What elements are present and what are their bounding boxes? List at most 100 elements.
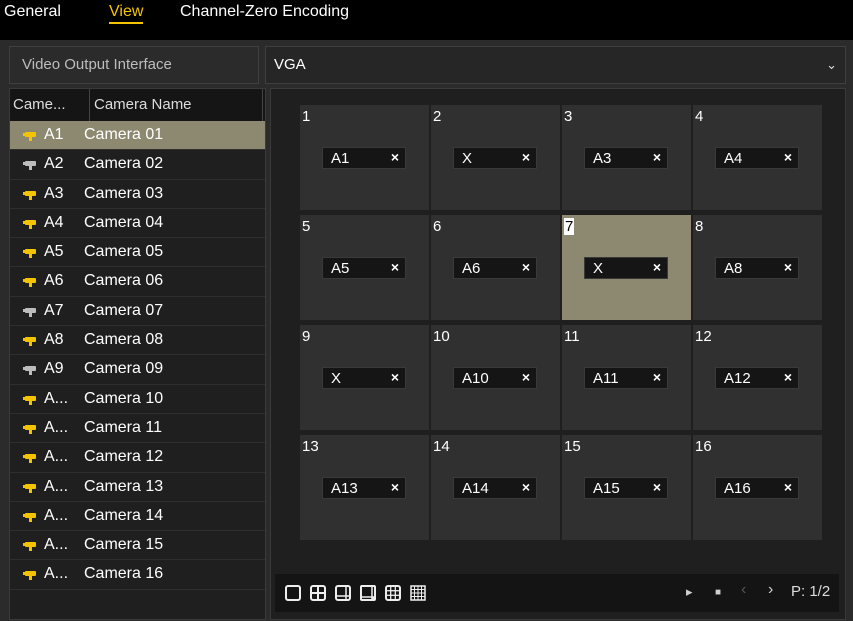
camera-row[interactable]: A... Camera 11 — [10, 414, 265, 444]
close-icon[interactable]: × — [522, 259, 530, 275]
close-icon[interactable]: × — [653, 369, 661, 385]
close-icon[interactable]: × — [784, 149, 792, 165]
layout-cell[interactable]: 10 A10 × — [431, 325, 560, 430]
cell-channel-chip[interactable]: X × — [322, 367, 406, 389]
layout-cell[interactable]: 14 A14 × — [431, 435, 560, 540]
camera-row[interactable]: A... Camera 10 — [10, 385, 265, 414]
camera-yellow-icon — [23, 334, 39, 347]
layout-cell[interactable]: 11 A11 × — [562, 325, 691, 430]
close-icon[interactable]: × — [784, 479, 792, 495]
camera-row[interactable]: A6 Camera 06 — [10, 267, 265, 297]
layout-1plus7-icon[interactable] — [360, 585, 376, 601]
layout-cell[interactable]: 4 A4 × — [693, 105, 822, 210]
tab-general[interactable]: General — [4, 3, 61, 21]
layout-2x2-icon[interactable] — [310, 585, 326, 601]
cell-channel-chip[interactable]: A8 × — [715, 257, 799, 279]
close-icon[interactable]: × — [653, 259, 661, 275]
close-icon[interactable]: × — [391, 149, 399, 165]
stop-icon[interactable]: ■ — [715, 587, 721, 598]
camera-row[interactable]: A7 Camera 07 — [10, 297, 265, 327]
layout-cell[interactable]: 7 X × — [562, 215, 691, 320]
camera-name: Camera 09 — [84, 360, 164, 378]
tab-channel-zero-encoding[interactable]: Channel-Zero Encoding — [180, 3, 349, 21]
camera-yellow-icon — [23, 481, 39, 493]
play-icon[interactable]: ▸ — [686, 584, 693, 600]
camera-row[interactable]: A1 Camera 01 — [10, 121, 265, 151]
camera-name: Camera 04 — [84, 213, 164, 231]
cell-number: 10 — [433, 328, 450, 345]
cell-channel-chip[interactable]: A12 × — [715, 367, 799, 389]
close-icon[interactable]: × — [391, 369, 399, 385]
camera-row[interactable]: A... Camera 16 — [10, 560, 265, 590]
layout-1plus5-icon[interactable] — [335, 585, 351, 601]
cell-channel-chip[interactable]: X × — [453, 147, 537, 169]
close-icon[interactable]: × — [522, 479, 530, 495]
layout-cell[interactable]: 12 A12 × — [693, 325, 822, 430]
layout-cell[interactable]: 8 A8 × — [693, 215, 822, 320]
close-icon[interactable]: × — [653, 479, 661, 495]
cell-channel-chip[interactable]: A14 × — [453, 477, 537, 499]
layout-cell[interactable]: 6 A6 × — [431, 215, 560, 320]
camera-name: Camera 10 — [84, 389, 164, 407]
cell-channel-chip[interactable]: A15 × — [584, 477, 668, 499]
cell-channel-label: A14 — [462, 480, 489, 497]
layout-cell[interactable]: 13 A13 × — [300, 435, 429, 540]
layout-cell[interactable]: 16 A16 × — [693, 435, 822, 540]
cell-channel-chip[interactable]: A13 × — [322, 477, 406, 499]
camera-yellow-icon — [23, 510, 39, 522]
layout-1x1-icon[interactable] — [285, 585, 301, 601]
close-icon[interactable]: × — [653, 149, 661, 165]
column-header-camera-name[interactable]: Camera Name — [90, 89, 263, 121]
previous-page-icon[interactable]: ‹ — [741, 581, 746, 599]
cell-channel-chip[interactable]: A10 × — [453, 367, 537, 389]
layout-cell[interactable]: 15 A15 × — [562, 435, 691, 540]
camera-row[interactable]: A... Camera 15 — [10, 531, 265, 561]
camera-number: A... — [44, 389, 69, 407]
cell-channel-label: A3 — [593, 150, 612, 167]
close-icon[interactable]: × — [784, 259, 792, 275]
close-icon[interactable]: × — [391, 259, 399, 275]
camera-number: A3 — [44, 184, 64, 202]
close-icon[interactable]: × — [391, 479, 399, 495]
cell-number: 1 — [302, 108, 311, 125]
cell-channel-chip[interactable]: A3 × — [584, 147, 668, 169]
camera-number: A2 — [44, 155, 64, 173]
camera-row[interactable]: A... Camera 12 — [10, 443, 265, 473]
camera-row[interactable]: A8 Camera 08 — [10, 326, 265, 356]
layout-cell[interactable]: 9 X × — [300, 325, 429, 430]
cell-channel-chip[interactable]: A6 × — [453, 257, 537, 279]
cell-number: 6 — [433, 218, 442, 235]
close-icon[interactable]: × — [784, 369, 792, 385]
camera-row[interactable]: A2 Camera 02 — [10, 150, 265, 180]
cell-channel-chip[interactable]: A11 × — [584, 367, 668, 389]
layout-cell[interactable]: 1 A1 × — [300, 105, 429, 210]
camera-row[interactable]: A5 Camera 05 — [10, 238, 265, 268]
layout-cell[interactable]: 3 A3 × — [562, 105, 691, 210]
next-page-icon[interactable]: › — [768, 581, 773, 599]
close-icon[interactable]: × — [522, 149, 530, 165]
cell-channel-chip[interactable]: A4 × — [715, 147, 799, 169]
layout-4x4-icon[interactable] — [410, 585, 426, 601]
video-output-select[interactable]: VGA ⌄ — [265, 46, 846, 84]
camera-number: A... — [44, 565, 69, 583]
close-icon[interactable]: × — [522, 369, 530, 385]
cell-channel-label: A4 — [724, 150, 743, 167]
column-header-camera-no[interactable]: Came... — [10, 89, 90, 121]
camera-row[interactable]: A... Camera 14 — [10, 502, 265, 532]
cell-channel-chip[interactable]: A1 × — [322, 147, 406, 169]
cell-channel-chip[interactable]: X × — [584, 257, 668, 279]
camera-name: Camera 01 — [84, 126, 164, 143]
layout-cell[interactable]: 2 X × — [431, 105, 560, 210]
camera-name: Camera 16 — [84, 565, 164, 583]
cell-channel-chip[interactable]: A5 × — [322, 257, 406, 279]
layout-cell[interactable]: 5 A5 × — [300, 215, 429, 320]
camera-row[interactable]: A... Camera 13 — [10, 473, 265, 502]
cell-channel-chip[interactable]: A16 × — [715, 477, 799, 499]
tab-view[interactable]: View — [109, 3, 144, 24]
camera-yellow-icon — [23, 129, 39, 141]
camera-row[interactable]: A3 Camera 03 — [10, 180, 265, 209]
camera-row[interactable]: A4 Camera 04 — [10, 209, 265, 239]
camera-row[interactable]: A9 Camera 09 — [10, 355, 265, 385]
layout-3x3-icon[interactable] — [385, 585, 401, 601]
cell-number: 9 — [302, 328, 311, 345]
